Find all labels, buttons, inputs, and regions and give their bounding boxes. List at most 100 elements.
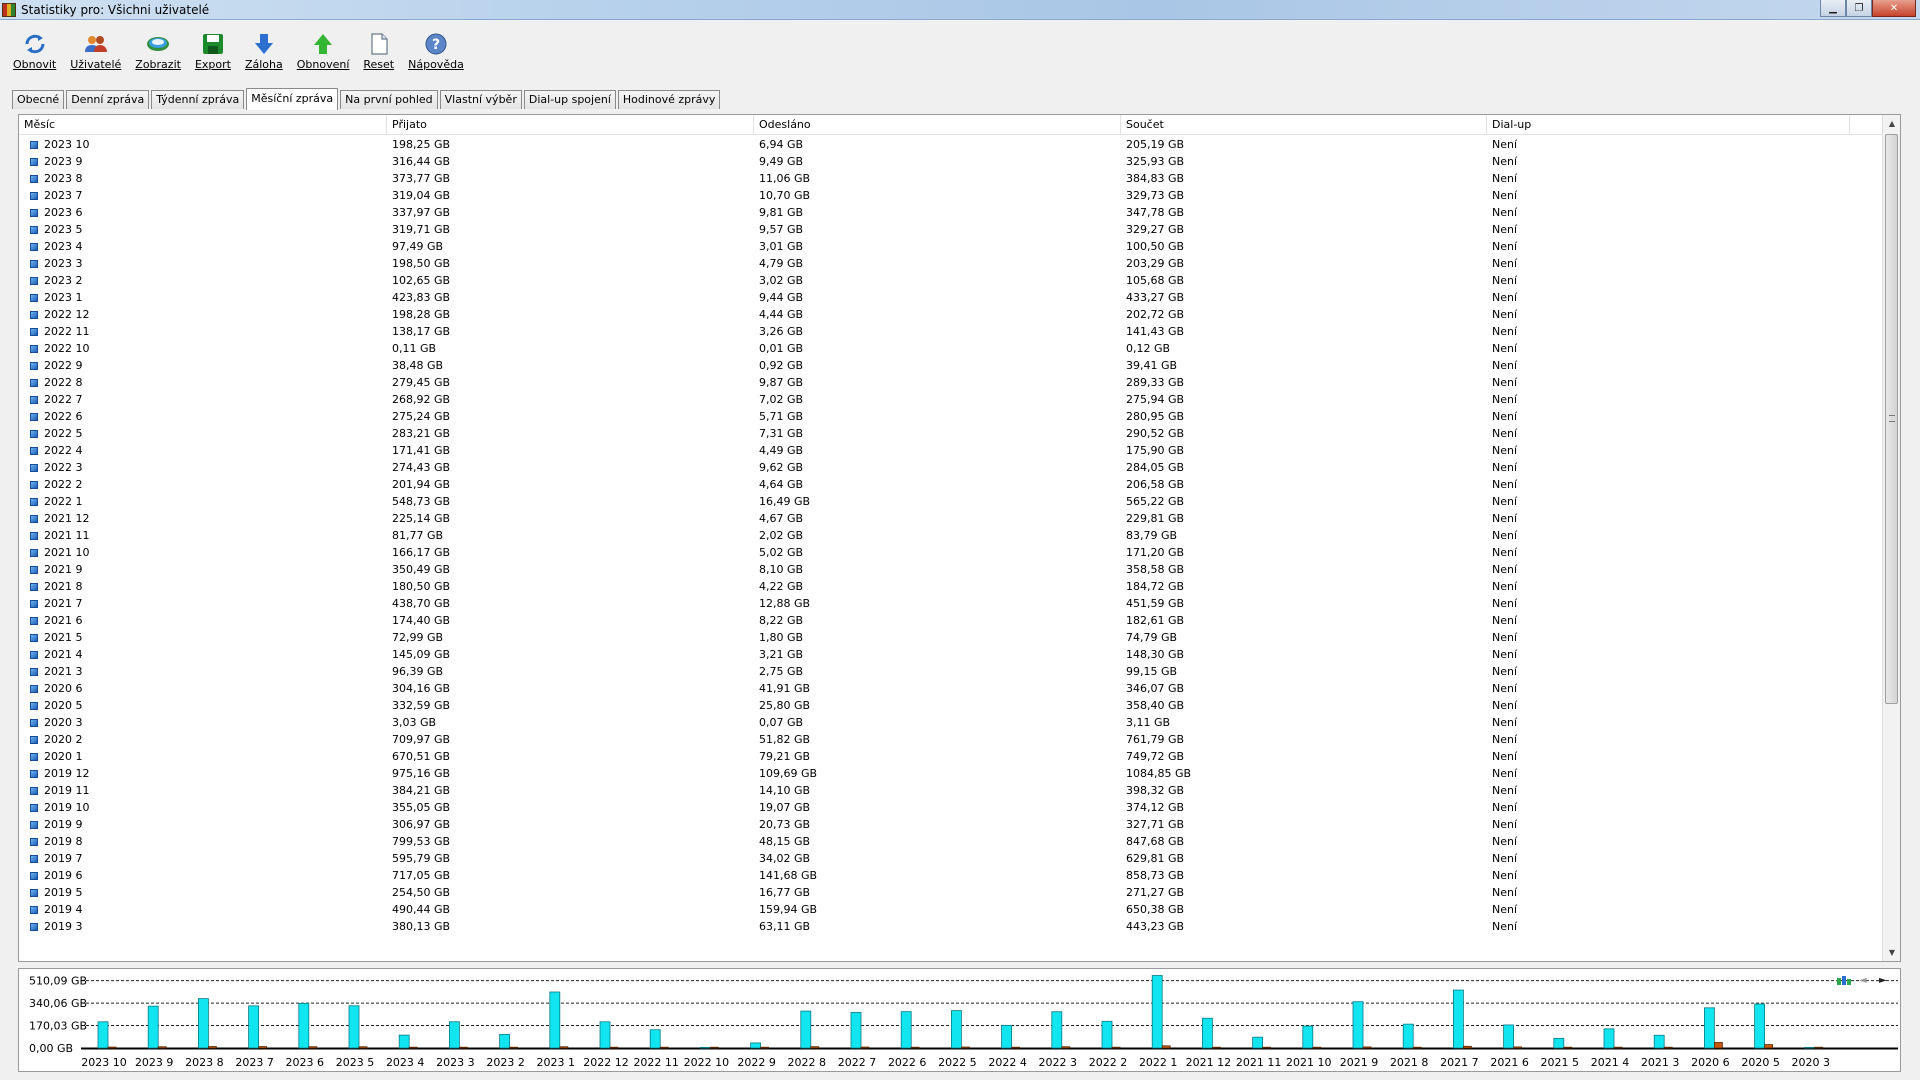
received-bar[interactable] <box>1402 1023 1414 1049</box>
tab-na-první-pohled[interactable]: Na první pohled <box>340 90 438 109</box>
received-bar[interactable] <box>1252 1036 1263 1049</box>
table-row[interactable]: 2021 7 438,70 GB 12,88 GB 451,59 GB Není <box>19 595 1882 612</box>
received-bar[interactable] <box>1704 1007 1715 1049</box>
table-row[interactable]: 2021 3 96,39 GB 2,75 GB 99,15 GB Není <box>19 663 1882 680</box>
sent-bar[interactable] <box>458 1046 468 1049</box>
scroll-down-button[interactable]: ▼ <box>1883 944 1901 961</box>
table-row[interactable]: 2022 5 283,21 GB 7,31 GB 290,52 GB Není <box>19 425 1882 442</box>
table-row[interactable]: 2022 3 274,43 GB 9,62 GB 284,05 GB Není <box>19 459 1882 476</box>
table-row[interactable]: 2022 7 268,92 GB 7,02 GB 275,94 GB Není <box>19 391 1882 408</box>
table-row[interactable]: 2022 2 201,94 GB 4,64 GB 206,58 GB Není <box>19 476 1882 493</box>
sent-bar[interactable] <box>1061 1046 1071 1049</box>
received-bar[interactable] <box>398 1034 410 1049</box>
table-row[interactable]: 2023 8 373,77 GB 11,06 GB 384,83 GB Není <box>19 170 1882 187</box>
received-bar[interactable] <box>1453 989 1464 1049</box>
table-row[interactable]: 2023 10 198,25 GB 6,94 GB 205,19 GB Není <box>19 136 1882 153</box>
tab-týdenní-zpráva[interactable]: Týdenní zpráva <box>151 90 245 109</box>
table-row[interactable]: 2022 12 198,28 GB 4,44 GB 202,72 GB Není <box>19 306 1882 323</box>
table-row[interactable]: 2023 6 337,97 GB 9,81 GB 347,78 GB Není <box>19 204 1882 221</box>
sent-bar[interactable] <box>258 1046 268 1049</box>
sent-bar[interactable] <box>308 1046 318 1049</box>
received-bar[interactable] <box>800 1010 812 1049</box>
table-row[interactable]: 2021 12 225,14 GB 4,67 GB 229,81 GB Není <box>19 510 1882 527</box>
tab-hodinové-zprávy[interactable]: Hodinové zprávy <box>617 90 721 109</box>
table-row[interactable]: 2022 4 171,41 GB 4,49 GB 175,90 GB Není <box>19 442 1882 459</box>
received-bar[interactable] <box>750 1042 761 1049</box>
received-bar[interactable] <box>348 1005 360 1049</box>
received-bar[interactable] <box>1754 1003 1765 1049</box>
table-row[interactable]: 2021 6 174,40 GB 8,22 GB 182,61 GB Není <box>19 612 1882 629</box>
table-row[interactable]: 2019 5 254,50 GB 16,77 GB 271,27 GB Není <box>19 884 1882 901</box>
received-bar[interactable] <box>1202 1017 1213 1049</box>
column-header-sent[interactable]: Odesláno <box>754 115 1121 135</box>
table-row[interactable]: 2022 1 548,73 GB 16,49 GB 565,22 GB Není <box>19 493 1882 510</box>
tab-obecné[interactable]: Obecné <box>12 90 65 109</box>
received-bar[interactable] <box>1653 1034 1665 1049</box>
received-bar[interactable] <box>549 991 561 1049</box>
table-row[interactable]: 2021 5 72,99 GB 1,80 GB 74,79 GB Není <box>19 629 1882 646</box>
table-row[interactable]: 2022 8 279,45 GB 9,87 GB 289,33 GB Není <box>19 374 1882 391</box>
received-bar[interactable] <box>1503 1024 1514 1049</box>
sent-bar[interactable] <box>1663 1046 1673 1049</box>
received-bar[interactable] <box>248 1005 260 1049</box>
sent-bar[interactable] <box>1764 1044 1773 1049</box>
export-button[interactable]: Export <box>192 32 234 80</box>
table-row[interactable]: 2019 7 595,79 GB 34,02 GB 629,81 GB Není <box>19 850 1882 867</box>
sent-bar[interactable] <box>1814 1046 1824 1049</box>
column-header-dialup[interactable]: Dial-up <box>1487 115 1850 135</box>
sent-bar[interactable] <box>961 1046 970 1049</box>
vertical-scrollbar[interactable]: ▲ ▼ <box>1882 115 1900 961</box>
received-bar[interactable] <box>147 1005 159 1049</box>
close-button[interactable]: ✕ <box>1872 0 1916 17</box>
received-bar[interactable] <box>1603 1028 1615 1049</box>
table-row[interactable]: 2022 6 275,24 GB 5,71 GB 280,95 GB Není <box>19 408 1882 425</box>
sent-bar[interactable] <box>1212 1046 1221 1049</box>
received-bar[interactable] <box>197 998 209 1049</box>
sent-bar[interactable] <box>910 1046 920 1049</box>
scroll-thumb[interactable] <box>1885 134 1898 704</box>
view-button[interactable]: Zobrazit <box>132 32 184 80</box>
table-row[interactable]: 2023 9 316,44 GB 9,49 GB 325,93 GB Není <box>19 153 1882 170</box>
scroll-up-button[interactable]: ▲ <box>1883 115 1901 132</box>
table-row[interactable]: 2020 1 670,51 GB 79,21 GB 749,72 GB Není <box>19 748 1882 765</box>
sent-bar[interactable] <box>1312 1046 1322 1049</box>
help-button[interactable]: ? Nápověda <box>405 32 467 80</box>
sent-bar[interactable] <box>1262 1046 1271 1049</box>
maximize-button[interactable]: ❐ <box>1846 0 1872 17</box>
received-bar[interactable] <box>1302 1025 1314 1049</box>
table-row[interactable]: 2020 6 304,16 GB 41,91 GB 346,07 GB Není <box>19 680 1882 697</box>
received-bar[interactable] <box>448 1021 460 1049</box>
table-row[interactable]: 2021 11 81,77 GB 2,02 GB 83,79 GB Není <box>19 527 1882 544</box>
sent-bar[interactable] <box>1463 1045 1472 1049</box>
received-bar[interactable] <box>1101 1020 1113 1049</box>
sent-bar[interactable] <box>810 1046 820 1049</box>
users-button[interactable]: Uživatelé <box>67 32 124 80</box>
sent-bar[interactable] <box>559 1046 569 1049</box>
table-row[interactable]: 2023 5 319,71 GB 9,57 GB 329,27 GB Není <box>19 221 1882 238</box>
table-row[interactable]: 2022 10 0,11 GB 0,01 GB 0,12 GB Není <box>19 340 1882 357</box>
table-row[interactable]: 2021 4 145,09 GB 3,21 GB 148,30 GB Není <box>19 646 1882 663</box>
chart-prev-button[interactable]: ◄ <box>1859 975 1867 987</box>
table-row[interactable]: 2022 9 38,48 GB 0,92 GB 39,41 GB Není <box>19 357 1882 374</box>
table-row[interactable]: 2019 8 799,53 GB 48,15 GB 847,68 GB Není <box>19 833 1882 850</box>
refresh-button[interactable]: Obnovit <box>10 32 59 80</box>
table-row[interactable]: 2023 2 102,65 GB 3,02 GB 105,68 GB Není <box>19 272 1882 289</box>
table-row[interactable]: 2019 6 717,05 GB 141,68 GB 858,73 GB Není <box>19 867 1882 884</box>
tab-dial-up-spojení[interactable]: Dial-up spojení <box>523 90 616 109</box>
sent-bar[interactable] <box>1111 1046 1121 1049</box>
table-row[interactable]: 2019 12 975,16 GB 109,69 GB 1084,85 GB Není <box>19 765 1882 782</box>
backup-button[interactable]: Záloha <box>242 32 286 80</box>
received-bar[interactable] <box>1001 1024 1012 1049</box>
table-row[interactable]: 2019 9 306,97 GB 20,73 GB 327,71 GB Není <box>19 816 1882 833</box>
column-header-total[interactable]: Součet <box>1121 115 1487 135</box>
sent-bar[interactable] <box>710 1046 719 1049</box>
chart-type-icon[interactable] <box>1837 975 1851 987</box>
sent-bar[interactable] <box>358 1046 368 1049</box>
received-bar[interactable] <box>499 1034 511 1049</box>
sent-bar[interactable] <box>207 1046 217 1049</box>
sent-bar[interactable] <box>659 1046 669 1049</box>
table-row[interactable]: 2020 2 709,97 GB 51,82 GB 761,79 GB Není <box>19 731 1882 748</box>
received-bar[interactable] <box>1151 975 1163 1049</box>
received-bar[interactable] <box>900 1011 912 1049</box>
table-row[interactable]: 2023 7 319,04 GB 10,70 GB 329,73 GB Není <box>19 187 1882 204</box>
